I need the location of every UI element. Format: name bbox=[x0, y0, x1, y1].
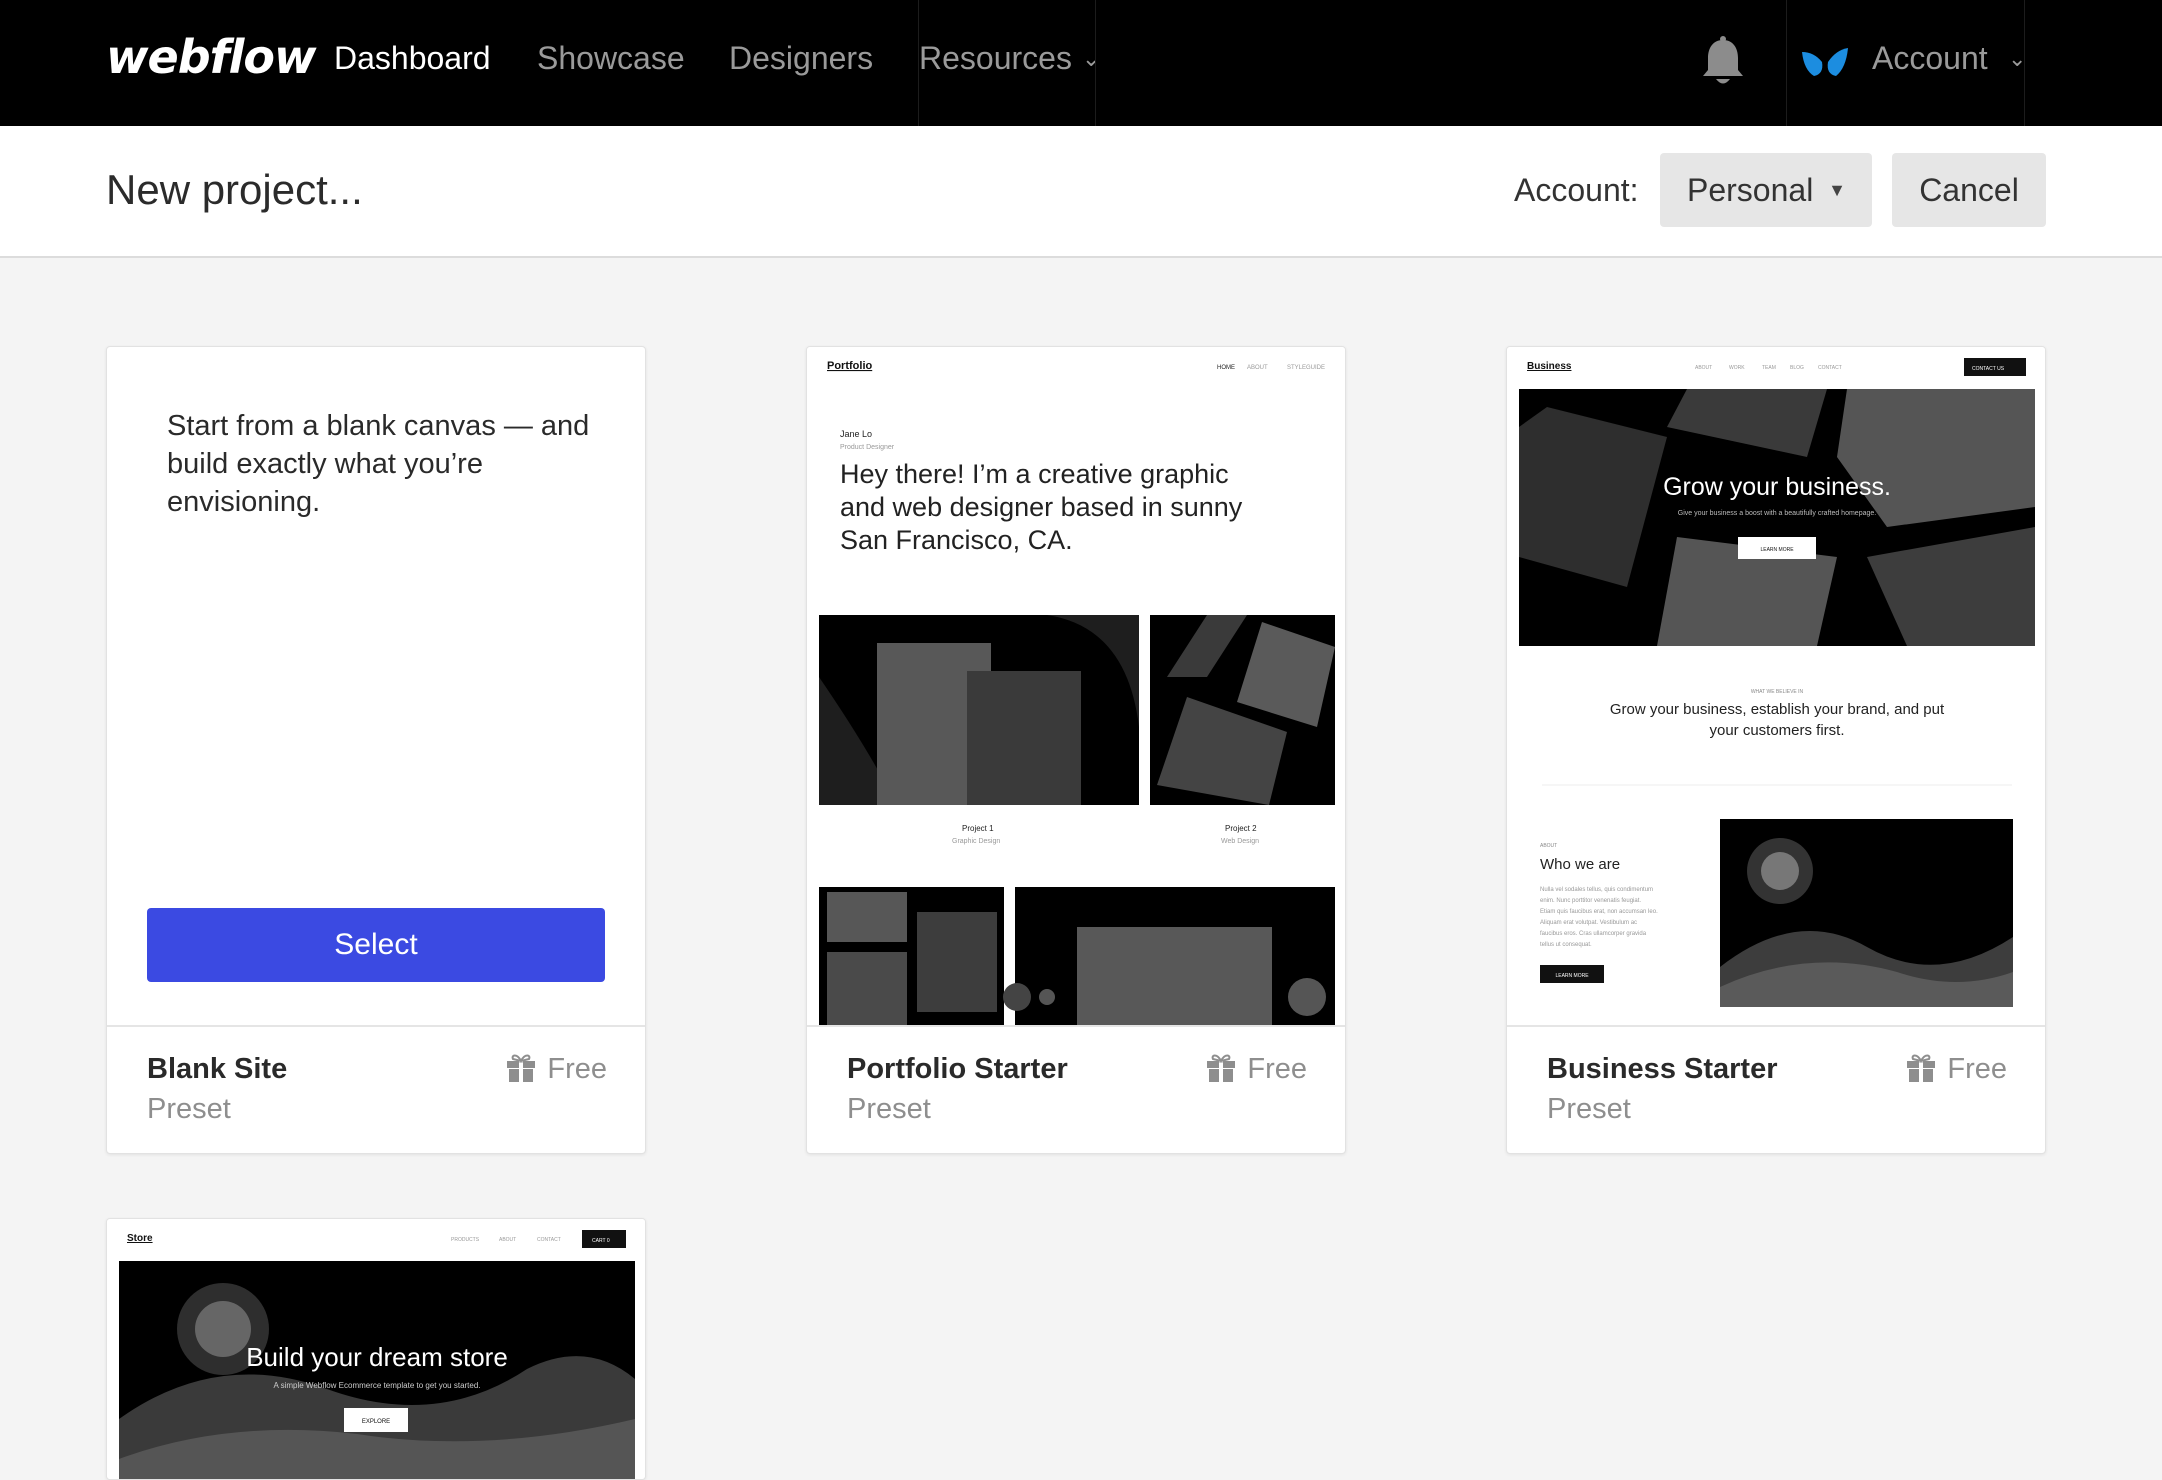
nav-showcase[interactable]: Showcase bbox=[537, 40, 685, 77]
template-description: Start from a blank canvas — and build ex… bbox=[167, 410, 590, 518]
nav-divider bbox=[1786, 0, 1787, 126]
top-navigation: webflow Dashboard Showcase Designers Res… bbox=[0, 0, 2162, 126]
preview-hero-button: LEARN MORE bbox=[1760, 547, 1794, 553]
preview-person: Jane Lo bbox=[840, 429, 872, 439]
select-button[interactable]: Select bbox=[147, 908, 605, 982]
template-card-footer: Blank Site Preset Free bbox=[107, 1025, 645, 1153]
template-preview: Portfolio HOME ABOUT STYLEGUIDE Jane Lo … bbox=[807, 347, 1345, 1025]
preview-statement-line: Grow your business, establish your brand… bbox=[1610, 701, 1945, 718]
preview-project-sub: Web Design bbox=[1221, 838, 1259, 845]
chevron-down-icon: ⌄ bbox=[1081, 46, 1101, 71]
preview-hero-button: EXPLORE bbox=[362, 1419, 390, 1425]
preview-eyebrow: WHAT WE BELIEVE IN bbox=[1751, 689, 1804, 695]
preview-about-line: faucibus eros. Cras ullamcorper gravida bbox=[1540, 931, 1647, 937]
preview-nav-item: CONTACT bbox=[537, 1237, 561, 1243]
template-preview: Business ABOUT WORK TEAM BLOG CONTACT CO… bbox=[1507, 347, 2045, 1025]
template-card-portfolio-starter[interactable]: Portfolio HOME ABOUT STYLEGUIDE Jane Lo … bbox=[806, 346, 1346, 1154]
gift-icon bbox=[507, 1054, 536, 1082]
preview-brand: Store bbox=[127, 1233, 153, 1244]
preview-nav-item: PRODUCTS bbox=[451, 1237, 480, 1243]
nav-dashboard[interactable]: Dashboard bbox=[334, 40, 491, 77]
preview-nav-item: ABOUT bbox=[499, 1237, 516, 1243]
portfolio-preview-image: Portfolio HOME ABOUT STYLEGUIDE Jane Lo … bbox=[807, 347, 1345, 1025]
template-card-store[interactable]: Store PRODUCTS ABOUT CONTACT CART 0 Buil… bbox=[106, 1218, 646, 1480]
gift-icon bbox=[1207, 1054, 1236, 1082]
template-kind: Preset bbox=[1547, 1093, 1631, 1125]
template-name: Blank Site bbox=[147, 1053, 288, 1085]
template-price-label: Free bbox=[547, 1053, 607, 1085]
nav-designers[interactable]: Designers bbox=[729, 40, 873, 77]
webflow-mark-icon bbox=[1802, 48, 1848, 76]
template-card-footer: Business Starter Preset Free bbox=[1507, 1025, 2045, 1153]
preview-headline-line: Hey there! I’m a creative graphic bbox=[840, 459, 1229, 489]
preview-brand: Business bbox=[1527, 361, 1572, 372]
preview-headline-line: San Francisco, CA. bbox=[840, 525, 1073, 555]
preview-cart: CART 0 bbox=[592, 1238, 610, 1244]
template-price-label: Free bbox=[1247, 1053, 1307, 1085]
webflow-logo[interactable]: webflow bbox=[106, 30, 317, 84]
preview-nav-item: HOME bbox=[1217, 365, 1235, 371]
template-preview: Store PRODUCTS ABOUT CONTACT CART 0 Buil… bbox=[107, 1219, 645, 1479]
preview-project-title: Project 1 bbox=[962, 824, 994, 833]
template-price: Free bbox=[1205, 1051, 1307, 1086]
template-kind: Preset bbox=[847, 1093, 931, 1125]
store-preview-image: Store PRODUCTS ABOUT CONTACT CART 0 Buil… bbox=[107, 1219, 645, 1479]
preview-nav-item: CONTACT bbox=[1818, 365, 1842, 371]
preview-statement-line: your customers first. bbox=[1709, 722, 1844, 739]
preview-headline-line: and web designer based in sunny bbox=[840, 492, 1243, 522]
preview-nav-item: ABOUT bbox=[1695, 365, 1712, 371]
account-select[interactable]: Personal ▼ bbox=[1660, 153, 1872, 227]
preview-nav-item: ABOUT bbox=[1247, 365, 1268, 371]
preview-about-line: Aliquam erat volutpat. Vestibulum ac bbox=[1540, 920, 1637, 926]
preview-nav-item: BLOG bbox=[1790, 365, 1804, 371]
preview-nav-item: WORK bbox=[1729, 365, 1745, 371]
template-name: Portfolio Starter bbox=[847, 1053, 1068, 1085]
template-name: Business Starter bbox=[1547, 1053, 1778, 1085]
page-title: New project... bbox=[106, 166, 363, 213]
template-preview: Start from a blank canvas — and build ex… bbox=[107, 347, 645, 1025]
preview-nav-item: STYLEGUIDE bbox=[1287, 365, 1325, 371]
preview-about-line: enim. Nunc porttitor venenatis feugiat. bbox=[1540, 898, 1641, 904]
nav-resources[interactable]: Resources ⌄ bbox=[919, 40, 1100, 77]
template-price-label: Free bbox=[1947, 1053, 2007, 1085]
preview-hero-sub: A simple Webflow Ecommerce template to g… bbox=[273, 1381, 480, 1390]
preview-role: Product Designer bbox=[840, 444, 895, 451]
template-card-blank-site[interactable]: Start from a blank canvas — and build ex… bbox=[106, 346, 646, 1154]
account-select-value: Personal bbox=[1687, 172, 1814, 208]
preview-brand: Portfolio bbox=[827, 360, 872, 372]
template-card-footer: Portfolio Starter Preset Free bbox=[807, 1025, 1345, 1153]
template-price: Free bbox=[505, 1051, 607, 1086]
preview-about-button: LEARN MORE bbox=[1555, 973, 1589, 979]
preview-hero-sub: Give your business a boost with a beauti… bbox=[1678, 510, 1877, 517]
preview-cta: CONTACT US bbox=[1972, 366, 2005, 372]
template-card-business-starter[interactable]: Business ABOUT WORK TEAM BLOG CONTACT CO… bbox=[1506, 346, 2046, 1154]
bell-icon[interactable] bbox=[1700, 36, 1746, 88]
preview-about-title: Who we are bbox=[1540, 856, 1620, 873]
preview-nav-item: TEAM bbox=[1762, 365, 1776, 371]
account-menu[interactable]: Account bbox=[1872, 40, 1988, 77]
nav-resources-label: Resources bbox=[919, 40, 1072, 76]
nav-divider bbox=[2024, 0, 2025, 126]
preview-hero-title: Grow your business. bbox=[1663, 473, 1891, 501]
business-preview-image: Business ABOUT WORK TEAM BLOG CONTACT CO… bbox=[1507, 347, 2045, 1025]
account-field-label: Account: bbox=[1514, 172, 1639, 208]
nav-divider bbox=[1095, 0, 1096, 126]
preview-hero-title: Build your dream store bbox=[246, 1342, 508, 1372]
preview-project-sub: Graphic Design bbox=[952, 838, 1000, 845]
preview-about-line: Nulla vel sodales tellus, quis condiment… bbox=[1540, 887, 1653, 893]
preview-about-eyebrow: ABOUT bbox=[1540, 843, 1557, 849]
project-header: New project... Account: Personal ▼ Cance… bbox=[0, 126, 2162, 258]
gift-icon bbox=[1907, 1054, 1936, 1082]
preview-project-title: Project 2 bbox=[1225, 824, 1257, 833]
caret-down-icon: ▼ bbox=[1828, 180, 1846, 200]
template-price: Free bbox=[1905, 1051, 2007, 1086]
preview-about-line: tellus ut consequat. bbox=[1540, 942, 1592, 948]
template-kind: Preset bbox=[147, 1093, 231, 1125]
cancel-button[interactable]: Cancel bbox=[1892, 153, 2046, 227]
preview-about-line: Etiam quis faucibus erat, non accumsan l… bbox=[1540, 909, 1658, 915]
